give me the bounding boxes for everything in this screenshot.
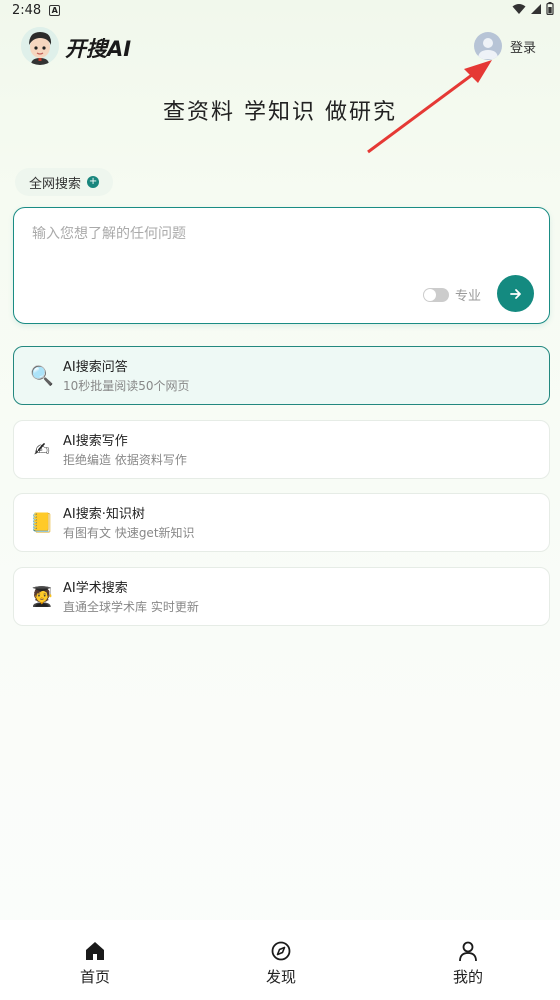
bottom-nav: 首页 发现 我的 [0,920,560,1000]
feature-card-ai-knowledge-tree[interactable]: 📒 AI搜索·知识树 有图有文 快速get新知识 [13,493,550,552]
notebook-icon: 📒 [30,512,54,534]
nav-item-discover[interactable]: 发现 [241,940,321,987]
feature-card-ai-search-qa[interactable]: 🔍 AI搜索问答 10秒批量阅读50个网页 [13,346,550,405]
search-input[interactable] [32,226,512,242]
wifi-icon [512,3,526,14]
send-button[interactable] [497,275,534,312]
magnifier-icon: 🔍 [30,365,54,387]
nav-item-home[interactable]: 首页 [55,940,135,987]
feature-title: AI搜索问答 [63,360,128,375]
feature-title: AI搜索写作 [63,434,128,449]
cartoon-boy-icon [21,27,59,65]
nav-label-home: 首页 [79,968,110,986]
search-scope-label: 全网搜索 [29,176,82,192]
toggle-switch[interactable] [422,287,449,302]
writing-hand-icon: ✍ [34,439,50,461]
signal-icon [531,3,541,14]
app-logo-avatar [21,27,59,65]
pro-mode-toggle[interactable]: 专业 [422,285,481,304]
nav-item-me[interactable]: 我的 [428,940,508,987]
feature-subtitle: 拒绝编造 依据资料写作 [63,453,187,467]
user-icon [459,941,477,962]
toggle-knob [423,288,436,301]
feature-title: AI学术搜索 [63,581,128,596]
search-box: 专业 [13,207,550,324]
home-icon [86,942,104,960]
arrow-right-icon [509,288,521,299]
feature-card-ai-academic-search[interactable]: 🧑‍🎓 AI学术搜索 直通全球学术库 实时更新 [13,567,550,626]
status-indicators [512,2,554,15]
notification-icon: A [49,4,61,16]
feature-subtitle: 直通全球学术库 实时更新 [63,600,199,614]
pro-mode-label: 专业 [454,289,481,304]
status-bar: 2:48 A [0,0,560,20]
battery-icon [546,2,554,15]
compass-icon [271,941,291,961]
feature-card-ai-search-writing[interactable]: ✍ AI搜索写作 拒绝编造 依据资料写作 [13,420,550,479]
nav-label-me: 我的 [452,968,483,986]
feature-subtitle: 有图有文 快速get新知识 [63,526,195,540]
login-label: 登录 [509,40,536,56]
plus-icon: + [87,176,100,188]
nav-label-discover: 发现 [265,968,296,986]
feature-title: AI搜索·知识树 [63,507,145,522]
app-name: 开搜AI [65,37,132,61]
search-scope-chip[interactable]: 全网搜索 + [15,168,114,196]
slogan: 查资料 学知识 做研究 [163,100,397,125]
feature-subtitle: 10秒批量阅读50个网页 [63,379,190,393]
graduate-icon: 🧑‍🎓 [30,586,54,608]
status-time: 2:48 [12,2,42,18]
